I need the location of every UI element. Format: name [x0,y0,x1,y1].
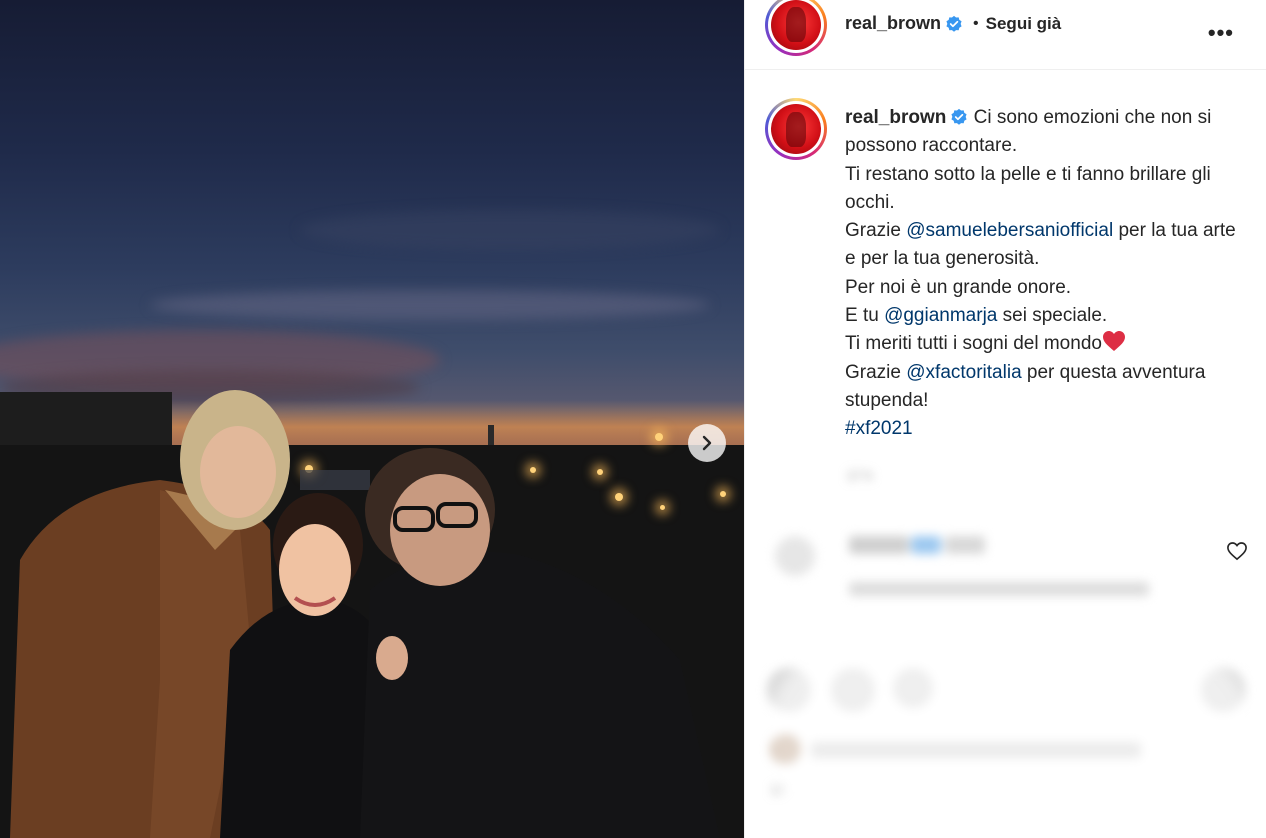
post-photo [0,0,744,838]
comment-avatar [775,536,815,576]
hashtag-link[interactable]: #xf2021 [845,418,913,439]
caption-username[interactable]: real_brown [845,107,946,128]
comment-username [849,536,909,554]
header-username[interactable]: real_brown [845,13,941,34]
caption-text: Grazie [845,220,907,242]
chevron-right-icon [702,435,712,451]
caption-text: sei speciale. [997,305,1108,327]
post-side-panel: real_brown • Segui già ••• real_brown Ci… [744,0,1266,838]
caption-text: E tu [845,305,885,327]
heart-icon[interactable] [1226,541,1248,561]
verified-badge-icon [951,108,967,125]
caption-row: real_brown Ci sono emozioni che non si p… [745,70,1266,444]
post-header: real_brown • Segui già ••• [745,0,1266,70]
cloud [300,210,720,250]
caption-line: Per noi è un grande onore. [845,276,1072,298]
verified-badge-icon [946,15,962,32]
comment-text [945,536,985,554]
mention-link[interactable]: @ggianmarja [884,305,997,326]
avatar[interactable] [765,0,827,56]
mention-link[interactable]: @xfactoritalia [906,362,1021,383]
caption-line: Ti meriti tutti i sogni del mondo [845,333,1102,355]
next-photo-button[interactable] [688,424,726,462]
caption-line: Ti restano sotto la pelle e ti fanno bri… [845,163,1211,213]
more-options-icon[interactable]: ••• [1208,20,1234,46]
caption-avatar[interactable] [765,98,827,160]
mention-link[interactable]: @samuelebersaniofficial [906,220,1113,241]
cloud [150,290,710,320]
post-caption: real_brown Ci sono emozioni che non si p… [845,104,1246,444]
people-group [10,390,720,838]
red-heart-emoji-icon [1102,331,1125,352]
separator-dot: • [973,14,979,32]
comment-badge [911,536,941,554]
follow-button[interactable]: Segui già [986,14,1062,34]
post-time: 17 h [847,468,873,483]
privacy-blur-overlay [765,640,1255,830]
caption-text: Grazie [845,361,907,383]
comment-meta [849,582,1149,596]
